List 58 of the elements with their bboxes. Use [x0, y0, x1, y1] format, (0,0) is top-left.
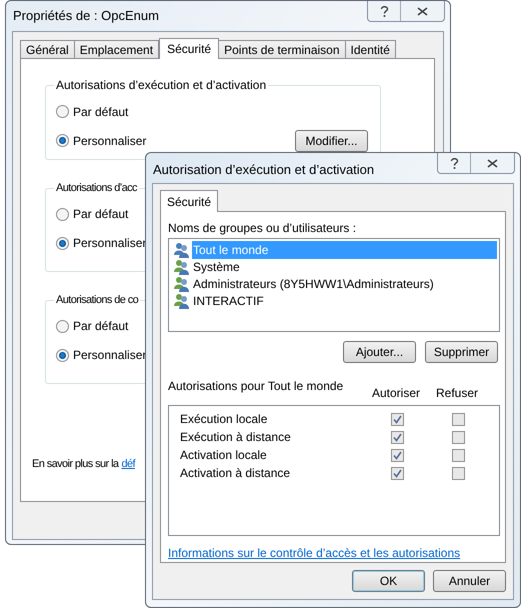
checkbox[interactable]: [452, 448, 464, 462]
radio-label: Par défaut: [73, 318, 128, 335]
help-icon: [380, 4, 388, 18]
checkbox[interactable]: [390, 412, 404, 426]
close-icon: [417, 6, 428, 16]
users-icon: [174, 276, 190, 292]
permission-name: Activation à distance: [179, 465, 292, 482]
user-list-item[interactable]: Administrateurs (8Y5HWW1\Administrateurs): [171, 275, 497, 292]
ok-button[interactable]: OK: [352, 570, 425, 592]
tab[interactable]: Sécurité: [160, 190, 218, 212]
column-header: Autoriser: [370, 385, 422, 402]
add-button[interactable]: Ajouter...: [343, 341, 416, 364]
radio-label: Par défaut: [73, 104, 128, 120]
radio-label: Personnaliser: [73, 347, 146, 364]
modify-button[interactable]: Modifier...: [295, 130, 368, 152]
radio-label: Personnaliser: [73, 132, 146, 150]
radio-button[interactable]: [56, 348, 69, 362]
checkbox[interactable]: [390, 430, 404, 444]
permission-name: Exécution à distance: [179, 429, 292, 446]
tab[interactable]: Général: [20, 40, 75, 58]
radio-button[interactable]: [56, 134, 69, 147]
checkbox[interactable]: [452, 430, 464, 444]
group-title: Autorisations d’acc: [55, 181, 138, 196]
permission-name: Exécution locale: [179, 411, 268, 428]
group-title: Autorisations d’exécution et d’activation: [55, 77, 268, 94]
radio-button[interactable]: [56, 320, 69, 332]
cancel-button[interactable]: Annuler: [433, 570, 506, 592]
checkbox[interactable]: [452, 412, 464, 426]
learn-more-link[interactable]: déf: [121, 456, 135, 472]
radio-button[interactable]: [56, 236, 69, 250]
user-list-item[interactable]: Système: [171, 258, 497, 275]
learn-more-text: En savoir plus sur la: [32, 457, 118, 472]
tab[interactable]: Emplacement: [74, 40, 160, 58]
radio-label: Personnaliser: [73, 235, 146, 252]
radio-button[interactable]: [56, 208, 69, 220]
radio-button[interactable]: [56, 105, 69, 118]
users-label: Noms de groupes ou d’utilisateurs :: [168, 220, 358, 236]
radio-label: Par défaut: [73, 206, 128, 223]
checkbox[interactable]: [390, 466, 404, 480]
checkbox[interactable]: [452, 466, 464, 480]
tab[interactable]: Sécurité: [159, 38, 220, 59]
user-list-item[interactable]: INTERACTIF: [171, 292, 497, 309]
permissions-label: Autorisations pour Tout le monde: [168, 378, 344, 396]
column-header: Refuser: [434, 385, 480, 402]
tab[interactable]: Identité: [344, 40, 396, 58]
users-icon: [174, 242, 190, 258]
remove-button[interactable]: Supprimer: [425, 341, 498, 364]
close-icon: [487, 158, 498, 168]
dialog-title: Autorisation d’exécution et d’activation: [153, 161, 374, 179]
users-icon: [174, 292, 190, 308]
users-icon: [174, 258, 190, 274]
checkbox[interactable]: [390, 448, 404, 462]
permission-name: Activation locale: [179, 447, 268, 464]
help-icon: [450, 156, 458, 170]
group-title: Autorisations de co: [55, 293, 140, 308]
tab[interactable]: Points de terminaison: [218, 40, 346, 58]
window-title: Propriétés de : OpcEnum: [13, 7, 159, 25]
info-link[interactable]: Informations sur le contrôle d’accès et les autorisations: [168, 544, 498, 562]
